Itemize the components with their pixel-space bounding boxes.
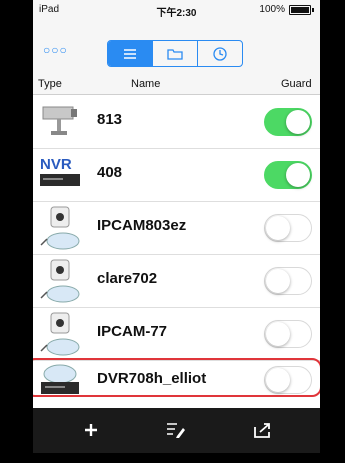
add-icon[interactable] [78,418,104,442]
ipcam-icon [37,258,83,304]
table-row[interactable]: 813 [33,95,320,149]
table-row[interactable]: NVR 408 [33,148,320,202]
status-bar: iPad 下午2:30 100% [33,0,320,20]
table-row[interactable]: clare702 [33,254,320,308]
device-name: IPCAM-77 [97,323,168,340]
table-row[interactable]: IPCAM803ez [33,201,320,255]
guard-toggle[interactable] [264,366,312,394]
guard-toggle[interactable] [264,320,312,348]
nvr-icon: NVR [37,152,83,198]
column-name: Name [131,78,161,90]
ipcam-icon [37,311,83,357]
column-type: Type [38,78,62,90]
guard-toggle[interactable] [264,214,312,242]
folder-icon[interactable] [152,41,197,66]
battery-area: 100% [259,4,314,15]
device-name: IPCAM803ez [97,217,187,234]
guard-toggle[interactable] [264,161,312,189]
top-toolbar: ○○○ [33,20,320,76]
battery-icon [289,4,311,15]
table-row[interactable]: IPCAM-77 [33,307,320,361]
dvr-icon [37,360,83,400]
device-name: clare702 [97,270,158,287]
edit-list-icon[interactable] [163,418,189,442]
table-row-selected[interactable]: DVR708h_elliot [33,358,320,404]
camera-icon [37,99,83,145]
clock-icon[interactable] [197,41,242,66]
guard-toggle[interactable] [264,267,312,295]
battery-label: 100% [259,4,285,15]
list-icon[interactable] [108,41,152,66]
ellipsis-icon[interactable]: ○○○ [43,43,68,57]
share-icon[interactable] [250,418,276,442]
table-header: Type Name Guard [33,76,320,95]
guard-toggle[interactable] [264,108,312,136]
ipcam-icon [37,205,83,251]
view-segmented-control[interactable] [107,40,243,67]
column-guard: Guard [281,78,312,90]
device-name: DVR708h_elliot [97,370,207,387]
bottom-toolbar [33,408,320,453]
svg-text:NVR: NVR [40,156,72,173]
device-name: 813 [97,111,123,128]
app-screen: iPad 下午2:30 100% ○○○ Type Name Guard 813… [33,0,320,453]
device-name: 408 [97,164,123,181]
